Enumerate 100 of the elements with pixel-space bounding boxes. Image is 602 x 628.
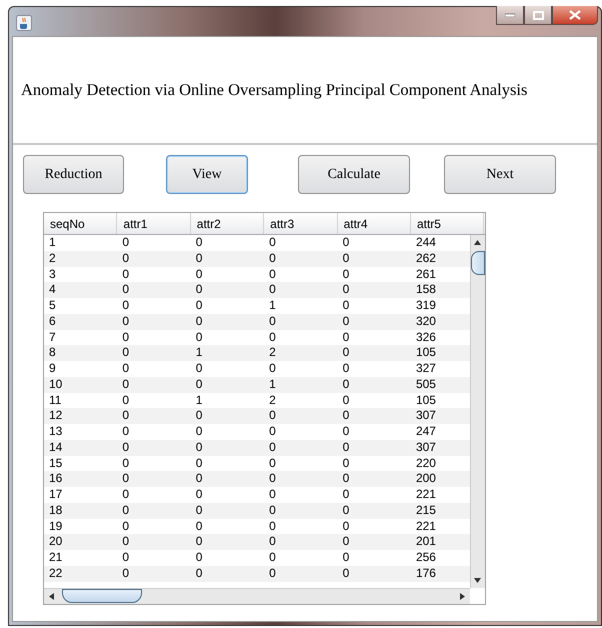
table-cell-text: 15 [48,456,64,472]
left-arrow-icon[interactable] [47,592,56,601]
table-cell-text: 0 [194,235,204,251]
table-cell-text: 307 [414,440,437,456]
table-cell-text: 320 [414,314,437,330]
table-cell-text: 0 [194,550,204,566]
table-cell-text: 17 [48,487,64,503]
table-cell-text: 215 [414,502,437,518]
table-cell-text: 256 [414,550,437,566]
column-header[interactable]: attr2 [190,213,264,234]
maximize-button[interactable] [524,6,552,25]
table-cell-text: 14 [48,440,64,456]
vertical-scrollbar[interactable] [470,235,485,588]
up-arrow-icon[interactable] [473,238,482,247]
table-cell-text: 9 [48,361,57,377]
table-cell-text: 0 [194,440,204,456]
table-cell-text: 247 [414,424,437,440]
table-cell-text: 220 [414,456,437,472]
table-cell-text: 0 [342,282,350,298]
close-button[interactable] [552,6,598,25]
table-cell-text: 7 [48,330,57,346]
maximize-icon [532,10,544,20]
table-cell-text: 105 [414,392,437,408]
action-button[interactable]: View [166,155,248,194]
table-cell-text: 319 [414,298,437,314]
table-cell-text: 244 [414,235,437,251]
table-cell-text: 0 [342,550,350,566]
table-cell-text: 0 [268,502,277,518]
table-cell-text: 1 [194,345,204,361]
table-cell-text: 0 [268,408,277,424]
table-cell-text: 0 [194,408,204,424]
table-cell-text: 0 [268,471,277,487]
table-cell-text: 0 [194,282,204,298]
table-cell-text: 0 [268,361,277,377]
table-cell-text: 11 [48,392,62,408]
table-cell-text: 0 [342,235,350,251]
table-cell-text: 18 [48,502,64,518]
table-cell-text: 176 [414,566,437,582]
right-arrow-icon[interactable] [458,592,467,601]
table-cell-text: 1 [48,235,57,251]
table-cell-text: 0 [121,392,130,408]
table-cell-text: 2 [268,392,277,408]
table-cell-text: 0 [194,534,204,550]
table-cell-text: 0 [268,314,277,330]
minimize-button[interactable] [496,6,524,25]
table-cell-text: 0 [194,376,204,392]
table-cell-text: 0 [342,471,350,487]
table-cell-text: 0 [194,298,204,314]
table-cell-text: 326 [414,330,437,346]
table-cell-text: 0 [268,440,277,456]
column-header[interactable]: attr3 [264,213,338,234]
table-cell-text: 20 [48,534,64,550]
column-header[interactable]: attr5 [410,213,484,234]
table-cell-text: 0 [342,314,350,330]
column-header[interactable]: attr4 [338,213,411,234]
table-cell-text: 0 [268,330,277,346]
table-cell-text: 327 [414,361,437,377]
table-cell-text: 8 [48,345,57,361]
column-header[interactable]: seqNo [44,213,118,234]
coffee-cup-icon [16,15,32,31]
table-cell-text: 0 [121,502,130,518]
table-cell-text: 2 [268,345,277,361]
column-header[interactable]: attr1 [117,213,191,234]
table-cell-text: 0 [194,250,204,266]
table-cell-text: 0 [194,314,204,330]
table-cell-text: 0 [121,550,130,566]
table-cell-text: 0 [121,314,130,330]
table-cell-text: 0 [121,471,130,487]
table-cell-text: 0 [268,550,277,566]
table-cell-text: 0 [121,534,130,550]
scroll-thumb[interactable] [62,589,142,603]
table-cell-text: 0 [342,456,350,472]
table-cell-text: 0 [194,361,204,377]
table-cell-text: 0 [342,298,350,314]
table-cell-text: 0 [268,266,277,282]
table-cell-text: 19 [48,518,64,534]
horizontal-scrollbar[interactable] [44,588,470,604]
table-cell-text: 6 [48,314,57,330]
table-cell-text: 0 [268,282,277,298]
scroll-thumb[interactable] [471,251,485,275]
action-button[interactable]: Reduction [23,155,124,194]
action-button[interactable]: Calculate [298,155,410,194]
table-cell-text: 0 [268,424,277,440]
table-cell-text: 0 [121,282,130,298]
table-cell-text: 0 [194,330,204,346]
action-button[interactable]: Next [444,155,556,194]
table-cell-text: 0 [121,518,130,534]
table-cell-text: 158 [414,282,437,298]
down-arrow-icon[interactable] [473,576,482,585]
table-cell-text: 0 [121,456,130,472]
table-cell-text: 5 [48,298,57,314]
table-cell-text: 1 [268,298,277,314]
table-cell-text: 0 [342,392,350,408]
table-cell-text: 0 [342,266,350,282]
table-cell-text: 0 [342,440,350,456]
minimize-icon [505,13,515,17]
table-cell-text: 0 [342,424,350,440]
table-cell-text: 0 [342,361,350,377]
table-cell-text: 221 [414,518,437,534]
table-cell-text: 0 [194,471,204,487]
